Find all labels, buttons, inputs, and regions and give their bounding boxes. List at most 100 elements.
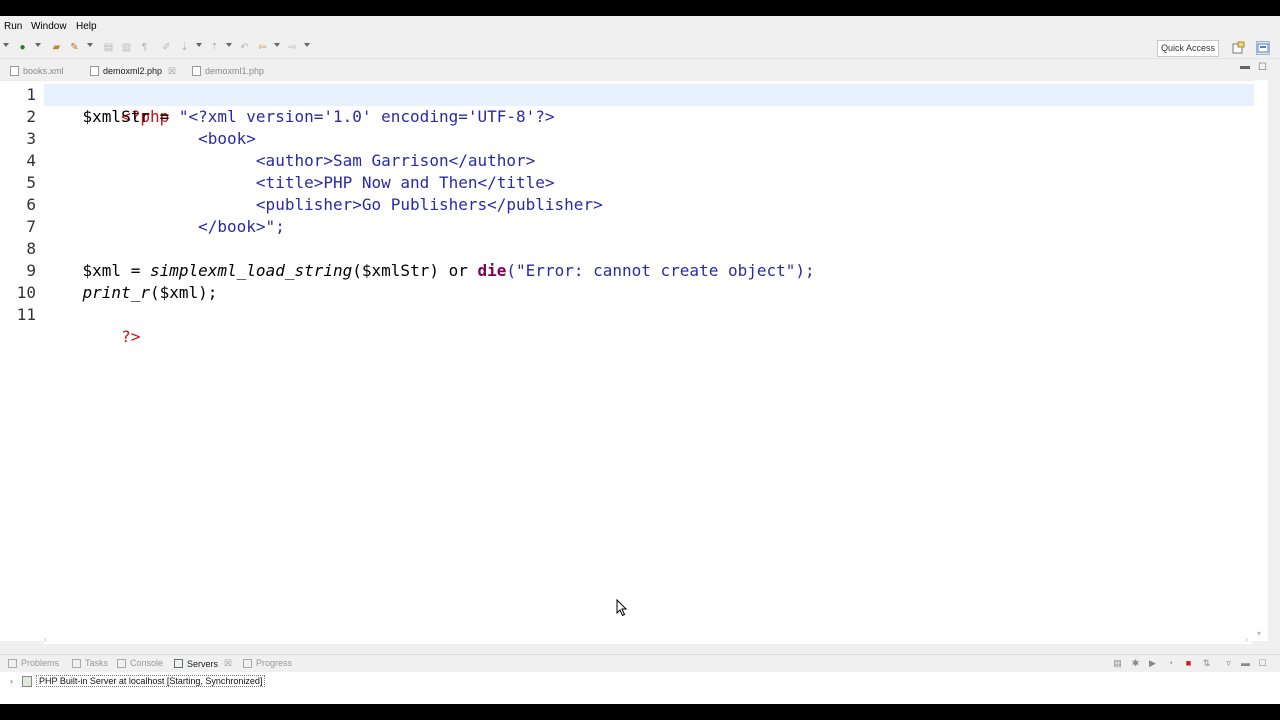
eclipse-window: Run Window Help ● ▰ ✎ ▤ ▥ ¶ ✐ ⇣ ⇡ ↶ ⇦ ⇨ …	[0, 16, 1280, 704]
tab-books-xml[interactable]: books.xml	[10, 63, 64, 79]
tab-label: demoxml2.php	[103, 66, 163, 76]
stop-server-icon[interactable]: ■	[1183, 658, 1194, 669]
chevron-down-icon[interactable]	[196, 43, 202, 47]
line-number-gutter: 1 2 3 4 5 6 7 8 9 10 11	[0, 81, 42, 641]
code-function: simplexml_load_string	[149, 261, 353, 280]
code-token: ($xml);	[149, 283, 218, 302]
code-line: <author>Sam Garrison</author>	[44, 151, 536, 170]
chevron-down-icon[interactable]	[304, 43, 310, 47]
last-edit-icon[interactable]: ↶	[238, 41, 251, 54]
minimize-icon[interactable]: ▬	[1240, 61, 1250, 72]
tab-console[interactable]: Console	[117, 658, 163, 668]
toggle-mark-icon[interactable]: ▤	[102, 41, 115, 54]
tab-label: Tasks	[85, 658, 109, 668]
menu-run[interactable]: Run	[4, 21, 22, 32]
code-token: ($xmlStr) or	[352, 261, 478, 280]
php-file-icon	[90, 66, 99, 76]
code-line: <book>	[44, 129, 256, 148]
build-icon[interactable]: ✎	[68, 41, 81, 54]
run-config-icon[interactable]: ●	[16, 41, 29, 54]
chevron-down-icon[interactable]	[274, 43, 280, 47]
code-editor[interactable]: 1 2 3 4 5 6 7 8 9 10 11 <?php $xmlStr = …	[0, 80, 1268, 641]
code-line: $xmlStr = "<?xml version='1.0' encoding=…	[44, 106, 1254, 128]
show-whitespace-icon[interactable]: ¶	[138, 41, 151, 54]
chevron-down-icon[interactable]	[226, 43, 232, 47]
tab-problems[interactable]: Problems	[8, 658, 59, 668]
back-icon[interactable]: ⇦	[256, 41, 269, 54]
line-number: 1	[26, 85, 36, 104]
menu-help[interactable]: Help	[76, 21, 97, 32]
line-number: 8	[26, 239, 36, 258]
tab-label: Progress	[256, 658, 293, 668]
line-number: 5	[26, 173, 36, 192]
code-line: $xml = simplexml_load_string($xmlStr) or…	[44, 260, 1254, 282]
annotation-icon[interactable]: ✐	[160, 41, 173, 54]
tab-tasks[interactable]: Tasks	[72, 658, 108, 668]
code-line: <?php	[44, 84, 1254, 126]
code-line: <publisher>Go Publishers</publisher>	[44, 195, 603, 214]
next-annotation-icon[interactable]: ⇣	[178, 41, 191, 54]
view-menu-icon[interactable]: ▿	[1223, 658, 1234, 669]
tab-servers[interactable]: Servers ☒	[174, 658, 232, 669]
close-icon[interactable]: ☒	[168, 63, 176, 79]
servers-icon	[174, 659, 183, 668]
line-number: 11	[16, 305, 36, 324]
publish-icon[interactable]: ⇅	[1201, 658, 1212, 669]
server-label: PHP Built-in Server at localhost [Starti…	[36, 675, 266, 687]
scroll-down-icon[interactable]: ▾	[1257, 629, 1261, 638]
console-icon	[117, 658, 126, 668]
maximize-icon[interactable]: ☐	[1257, 658, 1268, 669]
profile-server-icon[interactable]: ◔	[1165, 658, 1176, 669]
code-line: ?>	[44, 304, 1254, 346]
open-folder-icon[interactable]: ▰	[50, 41, 63, 54]
problems-icon	[8, 658, 17, 668]
close-icon[interactable]: ☒	[224, 658, 232, 669]
chevron-down-icon[interactable]	[35, 43, 41, 47]
servers-view: › PHP Built-in Server at localhost [Star…	[0, 672, 1280, 704]
xml-file-icon	[10, 66, 19, 76]
menu-window[interactable]: Window	[31, 21, 67, 32]
quick-access-field[interactable]: Quick Access	[1157, 40, 1219, 57]
chevron-right-icon[interactable]: ›	[10, 676, 22, 686]
tab-progress[interactable]: Progress	[243, 658, 292, 668]
code-function: print_r	[44, 283, 150, 302]
prev-annotation-icon[interactable]: ⇡	[208, 41, 221, 54]
tab-demoxml2-php[interactable]: demoxml2.php ☒	[90, 63, 176, 79]
php-close-tag: ?>	[121, 327, 141, 346]
tasks-icon	[72, 658, 81, 668]
scroll-right-icon[interactable]: ›	[1245, 634, 1248, 644]
main-toolbar: ● ▰ ✎ ▤ ▥ ¶ ✐ ⇣ ⇡ ↶ ⇦ ⇨ Quick Access	[0, 38, 1280, 59]
server-icon	[22, 675, 32, 687]
line-number: 7	[26, 217, 36, 236]
minimize-icon[interactable]: ▬	[1240, 658, 1251, 669]
vertical-scrollbar[interactable]: ▾	[1254, 80, 1268, 640]
tab-label: books.xml	[23, 66, 64, 76]
code-area[interactable]: <?php $xmlStr = "<?xml version='1.0' enc…	[44, 81, 1254, 641]
screen-top-border	[0, 0, 1280, 16]
forward-icon[interactable]: ⇨	[286, 41, 299, 54]
open-perspective-icon[interactable]	[1232, 41, 1246, 55]
line-number: 9	[26, 261, 36, 280]
code-line: </book>";	[44, 217, 285, 236]
server-item[interactable]: › PHP Built-in Server at localhost [Star…	[10, 674, 266, 688]
debug-server-icon[interactable]: ✱	[1130, 658, 1141, 669]
scroll-left-icon[interactable]: ‹	[44, 634, 47, 644]
horizontal-scrollbar[interactable]: ‹ ›	[44, 634, 1252, 644]
php-perspective-icon[interactable]	[1256, 41, 1270, 55]
start-server-icon[interactable]: ▶	[1147, 658, 1158, 669]
maximize-icon[interactable]: ☐	[1258, 62, 1267, 73]
chevron-down-icon[interactable]	[87, 43, 93, 47]
block-selection-icon[interactable]: ▥	[120, 41, 133, 54]
chevron-down-icon[interactable]	[3, 43, 9, 47]
code-line: print_r($xml);	[44, 282, 1254, 304]
php-file-icon	[192, 66, 201, 76]
code-string: ("Error: cannot create object");	[506, 261, 815, 280]
tab-demoxml1-php[interactable]: demoxml1.php	[192, 63, 264, 79]
collapse-all-icon[interactable]: ▤	[1112, 658, 1123, 669]
progress-icon	[243, 658, 252, 668]
tab-label: demoxml1.php	[205, 66, 265, 76]
line-number: 3	[26, 129, 36, 148]
tab-label: Console	[130, 658, 164, 668]
bottom-panel-tabs: Problems Tasks Console Servers ☒ Progres…	[0, 654, 1280, 673]
screen-bottom-border	[0, 704, 1280, 720]
